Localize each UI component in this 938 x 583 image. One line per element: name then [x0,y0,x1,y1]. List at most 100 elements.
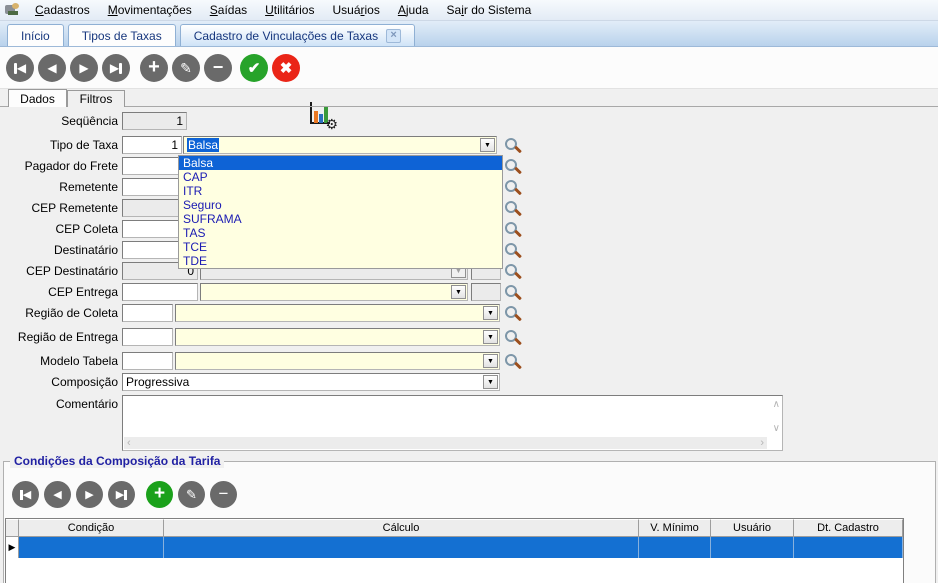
cell-condicao[interactable] [19,537,164,558]
regiao-entrega-dropdown-arrow[interactable]: ▼ [483,330,498,344]
conditions-edit-button[interactable]: ✎ [178,481,205,508]
menu-sair[interactable]: Sair do Sistema [438,1,541,19]
cep-entrega-field[interactable] [122,283,198,301]
tab-cadastro-vinculacoes-label: Cadastro de Vinculações de Taxas [193,28,379,43]
grid-header-calculo[interactable]: Cálculo [164,519,639,537]
tab-dados[interactable]: Dados [8,89,67,107]
grid-header-dt-cadastro[interactable]: Dt. Cadastro [794,519,903,537]
tab-inicio-label: Início [21,28,50,43]
regiao-coleta-search-icon[interactable] [505,306,517,318]
grid-selected-row[interactable]: ▶ [6,537,903,558]
next-record-button[interactable]: ▶ [70,54,98,82]
cep-destinatario-search-icon[interactable] [505,264,517,276]
prior-icon: ◀ [53,489,62,501]
cep-entrega-search-icon[interactable] [505,285,517,297]
regiao-coleta-dropdown-arrow[interactable]: ▼ [483,306,498,320]
grid-header-indicator [6,519,19,537]
cell-calculo[interactable] [164,537,639,558]
close-tab-icon[interactable]: × [386,28,402,43]
tab-tipos-de-taxas[interactable]: Tipos de Taxas [67,24,176,46]
dropdown-option-suframa[interactable]: SUFRAMA [179,212,502,226]
cell-v-minimo[interactable] [639,537,711,558]
label-destinatario: Destinatário [53,243,118,257]
remetente-search-icon[interactable] [505,180,517,192]
cell-usuario[interactable] [711,537,794,558]
dropdown-option-tas[interactable]: TAS [179,226,502,240]
pencil-icon: ✎ [186,486,197,502]
regiao-entrega-combo[interactable]: ▼ [175,328,500,346]
tipo-taxa-dropdown-arrow[interactable]: ▼ [480,138,495,152]
conditions-insert-button[interactable]: + [146,481,173,508]
composicao-combo[interactable]: Progressiva ▼ [122,373,500,391]
dropdown-option-itr[interactable]: ITR [179,184,502,198]
cep-entrega-dropdown-arrow[interactable]: ▼ [451,285,466,299]
row-pointer-icon: ▶ [6,537,19,558]
minus-icon: − [212,56,224,77]
tipo-taxa-search-icon[interactable] [505,138,517,150]
dropdown-option-tce[interactable]: TCE [179,240,502,254]
conditions-last-button[interactable]: ▶ [108,481,135,508]
conditions-prior-button[interactable]: ◀ [44,481,71,508]
confirm-button[interactable]: ✔ [240,54,268,82]
gear-icon: ⚙ [325,116,338,132]
cep-coleta-search-icon[interactable] [505,222,517,234]
destinatario-search-icon[interactable] [505,243,517,255]
menu-movimentacoes[interactable]: Movimentações [99,1,201,19]
horizontal-scrollbar[interactable]: ‹ › [124,437,767,449]
menu-saidas[interactable]: Saídas [201,1,256,19]
tab-filtros[interactable]: Filtros [67,90,125,107]
chart-settings-button[interactable]: ⚙ [308,100,338,132]
conditions-group-title: Condições da Composição da Tarifa [10,454,225,468]
pagador-frete-search-icon[interactable] [505,159,517,171]
conditions-delete-button[interactable]: − [210,481,237,508]
first-record-button[interactable]: ◀ [6,54,34,82]
tab-cadastro-vinculacoes[interactable]: Cadastro de Vinculações de Taxas × [179,24,416,46]
label-cep-entrega: CEP Entrega [48,285,118,299]
last-icon [124,489,128,500]
prior-record-button[interactable]: ◀ [38,54,66,82]
regiao-coleta-field[interactable] [122,304,173,322]
scroll-down-icon[interactable]: ∨ [773,424,780,434]
dropdown-option-tde[interactable]: TDE [179,254,502,268]
cell-dt-cadastro[interactable] [794,537,903,558]
cancel-button[interactable]: ✖ [272,54,300,82]
regiao-entrega-search-icon[interactable] [505,330,517,342]
menu-utilitarios[interactable]: Utilitários [256,1,323,19]
modelo-tabela-combo[interactable]: ▼ [175,352,500,370]
last-record-button[interactable]: ▶ [102,54,130,82]
cancel-x-icon: ✖ [279,60,293,77]
modelo-tabela-search-icon[interactable] [505,354,517,366]
cep-remetente-search-icon[interactable] [505,201,517,213]
plus-icon: + [148,55,160,78]
tab-inicio[interactable]: Início [7,24,64,46]
last-icon [119,62,123,74]
label-tipo-taxa: Tipo de Taxa [49,138,118,152]
grid-header-v-minimo[interactable]: V. Mínimo [639,519,711,537]
scroll-right-icon[interactable]: › [760,437,764,449]
cep-entrega-combo[interactable]: ▼ [200,283,468,301]
edit-record-button[interactable]: ✎ [172,54,200,82]
next-icon: ▶ [85,489,94,501]
modelo-tabela-dropdown-arrow[interactable]: ▼ [483,354,498,368]
comentario-textarea[interactable]: ∧ ∨ ‹ › [122,395,783,451]
grid-header-condicao[interactable]: Condição [19,519,164,537]
insert-record-button[interactable]: + [140,54,168,82]
grid-header-usuario[interactable]: Usuário [711,519,794,537]
modelo-tabela-field[interactable] [122,352,173,370]
composicao-dropdown-arrow[interactable]: ▼ [483,375,498,389]
menu-cadastros[interactable]: Cadastros [26,1,99,19]
menu-ajuda[interactable]: Ajuda [389,1,438,19]
tipo-taxa-combo[interactable]: Balsa ▼ [183,136,497,154]
scroll-left-icon[interactable]: ‹ [127,437,131,449]
regiao-coleta-combo[interactable]: ▼ [175,304,500,322]
regiao-entrega-field[interactable] [122,328,173,346]
delete-record-button[interactable]: − [204,54,232,82]
dropdown-option-cap[interactable]: CAP [179,170,502,184]
menu-usuarios[interactable]: Usuários [323,1,388,19]
conditions-next-button[interactable]: ▶ [76,481,103,508]
dropdown-option-balsa[interactable]: Balsa [179,156,502,170]
tipo-taxa-code-field[interactable]: 1 [122,136,182,154]
dropdown-option-seguro[interactable]: Seguro [179,198,502,212]
conditions-first-button[interactable]: ◀ [12,481,39,508]
scroll-up-icon[interactable]: ∧ [773,400,780,410]
